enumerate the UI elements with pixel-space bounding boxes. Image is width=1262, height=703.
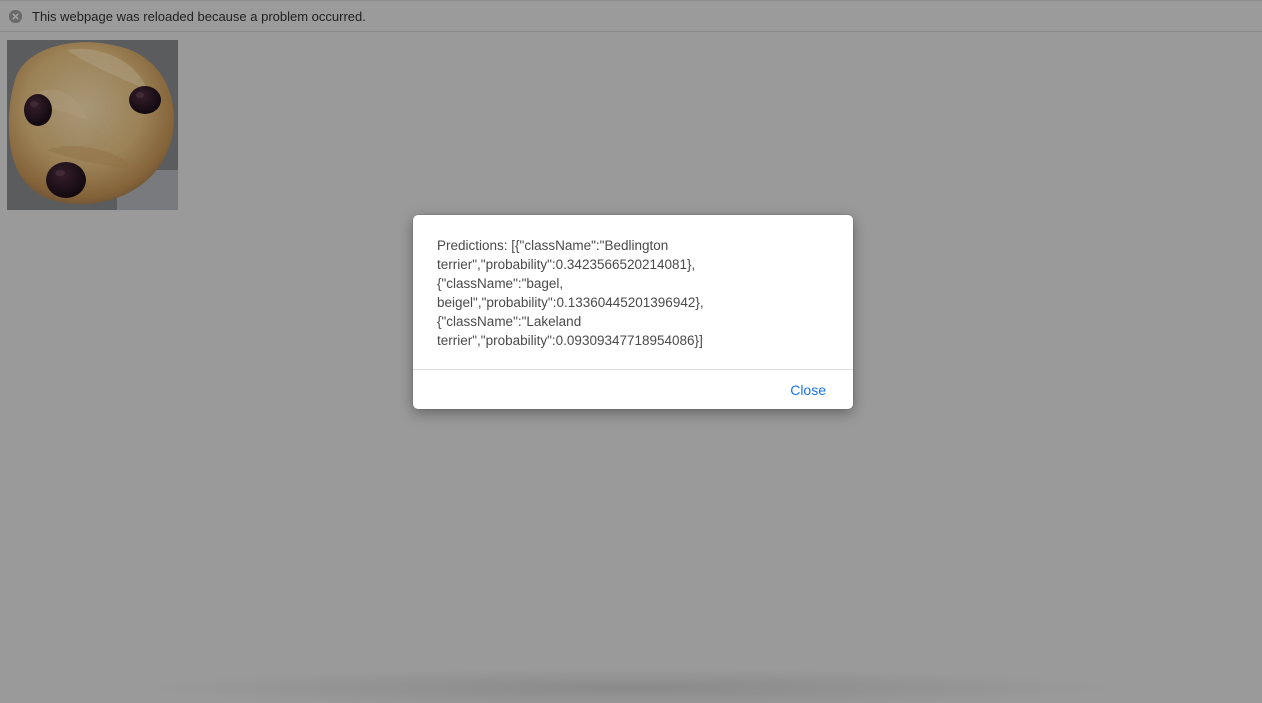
dialog-divider (413, 369, 853, 370)
predictions-alert-dialog: Predictions: [{"className":"Bedlington t… (413, 215, 853, 409)
muffin-image (7, 40, 178, 210)
dialog-message: Predictions: [{"className":"Bedlington t… (437, 238, 704, 348)
close-button[interactable]: Close (790, 381, 826, 399)
close-circle-icon[interactable] (9, 10, 22, 23)
bottom-shadow (130, 668, 1130, 703)
reload-notice-text: This webpage was reloaded because a prob… (32, 9, 366, 24)
reload-notice-bar: This webpage was reloaded because a prob… (0, 0, 1262, 32)
